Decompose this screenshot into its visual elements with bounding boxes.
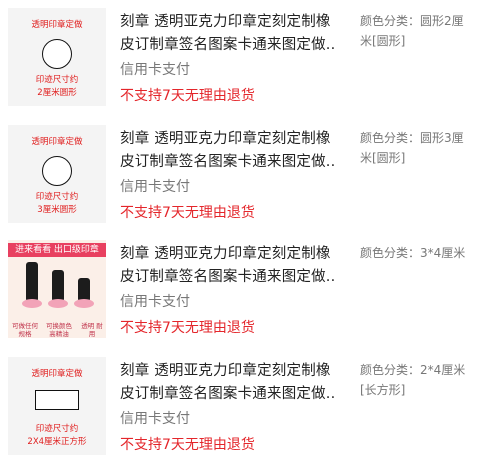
product-thumbnail[interactable]: 透明印章定做 印迹尺寸约 3厘米圆形 xyxy=(8,125,106,223)
product-title-line: 刻章 透明亚克力印章定刻定制橡 xyxy=(120,363,331,379)
thumbnail-banner: 进来看看 出口级印章 xyxy=(8,243,106,257)
stamp-photo xyxy=(74,278,94,308)
product-thumbnail[interactable]: 透明印章定做 印迹尺寸约 2厘米圆形 xyxy=(8,8,106,106)
rectangle-shape xyxy=(35,390,79,410)
product-title-line: 皮订制章签名图案卡通来图定做... xyxy=(120,37,334,53)
thumbnail-caption-line: 印迹尺寸约 xyxy=(35,424,79,434)
thumbnail-caption-bottom: 印迹尺寸约 3厘米圆形 xyxy=(8,191,106,217)
thumbnail-caption-line: 3厘米圆形 xyxy=(37,205,77,215)
product-title[interactable]: 刻章 透明亚克力印章定刻定制橡 皮订制章签名图案卡通来图定做... xyxy=(120,360,334,406)
thumbnail-caption-line: 印迹尺寸约 xyxy=(35,192,79,202)
product-thumbnail[interactable]: 进来看看 出口级印章 可做任何规格 可换颜色 高精油 透明 耐用 xyxy=(8,240,106,338)
refund-policy: 不支持7天无理由退货 xyxy=(120,320,255,336)
product-title[interactable]: 刻章 透明亚克力印章定刻定制橡 皮订制章签名图案卡通来图定做... xyxy=(120,11,334,57)
payment-method: 信用卡支付 xyxy=(120,411,190,427)
sku-variant: 颜色分类：圆形2厘米[圆形] xyxy=(360,14,464,48)
thumbnail-caption-line: 2X4厘米正方形 xyxy=(27,437,87,447)
thumbnail-caption-line: 2厘米圆形 xyxy=(37,88,77,98)
product-title[interactable]: 刻章 透明亚克力印章定刻定制橡 皮订制章签名图案卡通来图定做... xyxy=(120,243,334,289)
thumbnail-caption-top: 透明印章定做 xyxy=(31,137,83,147)
thumbnail-caption-line: 印迹尺寸约 xyxy=(35,75,79,85)
stamp-photo xyxy=(22,262,42,308)
sku-variant: 颜色分类：圆形3厘米[圆形] xyxy=(360,131,464,165)
refund-policy: 不支持7天无理由退货 xyxy=(120,437,255,453)
payment-method: 信用卡支付 xyxy=(120,179,190,195)
thumbnail-caption: 可做任何规格 xyxy=(12,322,38,338)
sku-variant: 颜色分类：3*4厘米 xyxy=(360,246,466,260)
product-title-line: 刻章 透明亚克力印章定刻定制橡 xyxy=(120,131,331,147)
payment-method: 信用卡支付 xyxy=(120,294,190,310)
order-item[interactable]: 透明印章定做 印迹尺寸约 2厘米圆形 刻章 透明亚克力印章定刻定制橡 皮订制章签… xyxy=(0,0,490,116)
product-title-line: 刻章 透明亚克力印章定刻定制橡 xyxy=(120,246,331,262)
product-title-line: 皮订制章签名图案卡通来图定做... xyxy=(120,269,334,285)
refund-policy: 不支持7天无理由退货 xyxy=(120,205,255,221)
thumbnail-caption: 透明 耐用 xyxy=(81,322,103,338)
thumbnail-caption-top: 透明印章定做 xyxy=(31,369,83,379)
thumbnail-caption-bottom: 印迹尺寸约 2X4厘米正方形 xyxy=(8,423,106,449)
order-item[interactable]: 透明印章定做 印迹尺寸约 3厘米圆形 刻章 透明亚克力印章定刻定制橡 皮订制章签… xyxy=(0,117,490,233)
order-item-list: 透明印章定做 印迹尺寸约 2厘米圆形 刻章 透明亚克力印章定刻定制橡 皮订制章签… xyxy=(0,0,490,467)
product-title-line: 皮订制章签名图案卡通来图定做... xyxy=(120,386,334,402)
sku-variant: 颜色分类：2*4厘米[长方形] xyxy=(360,363,466,397)
thumbnail-caption: 可换颜色 高精油 xyxy=(46,322,72,338)
product-title-line: 刻章 透明亚克力印章定刻定制橡 xyxy=(120,14,331,30)
product-title-line: 皮订制章签名图案卡通来图定做... xyxy=(120,154,334,170)
thumbnail-caption-bottom: 印迹尺寸约 2厘米圆形 xyxy=(8,74,106,100)
circle-shape xyxy=(42,39,72,69)
circle-shape xyxy=(42,156,72,186)
thumbnail-caption-top: 透明印章定做 xyxy=(31,20,83,30)
refund-policy: 不支持7天无理由退货 xyxy=(120,88,255,104)
payment-method: 信用卡支付 xyxy=(120,62,190,78)
stamp-photo xyxy=(48,270,68,308)
product-thumbnail[interactable]: 透明印章定做 印迹尺寸约 2X4厘米正方形 xyxy=(8,357,106,455)
product-title[interactable]: 刻章 透明亚克力印章定刻定制橡 皮订制章签名图案卡通来图定做... xyxy=(120,128,334,174)
order-item[interactable]: 透明印章定做 印迹尺寸约 2X4厘米正方形 刻章 透明亚克力印章定刻定制橡 皮订… xyxy=(0,349,490,465)
